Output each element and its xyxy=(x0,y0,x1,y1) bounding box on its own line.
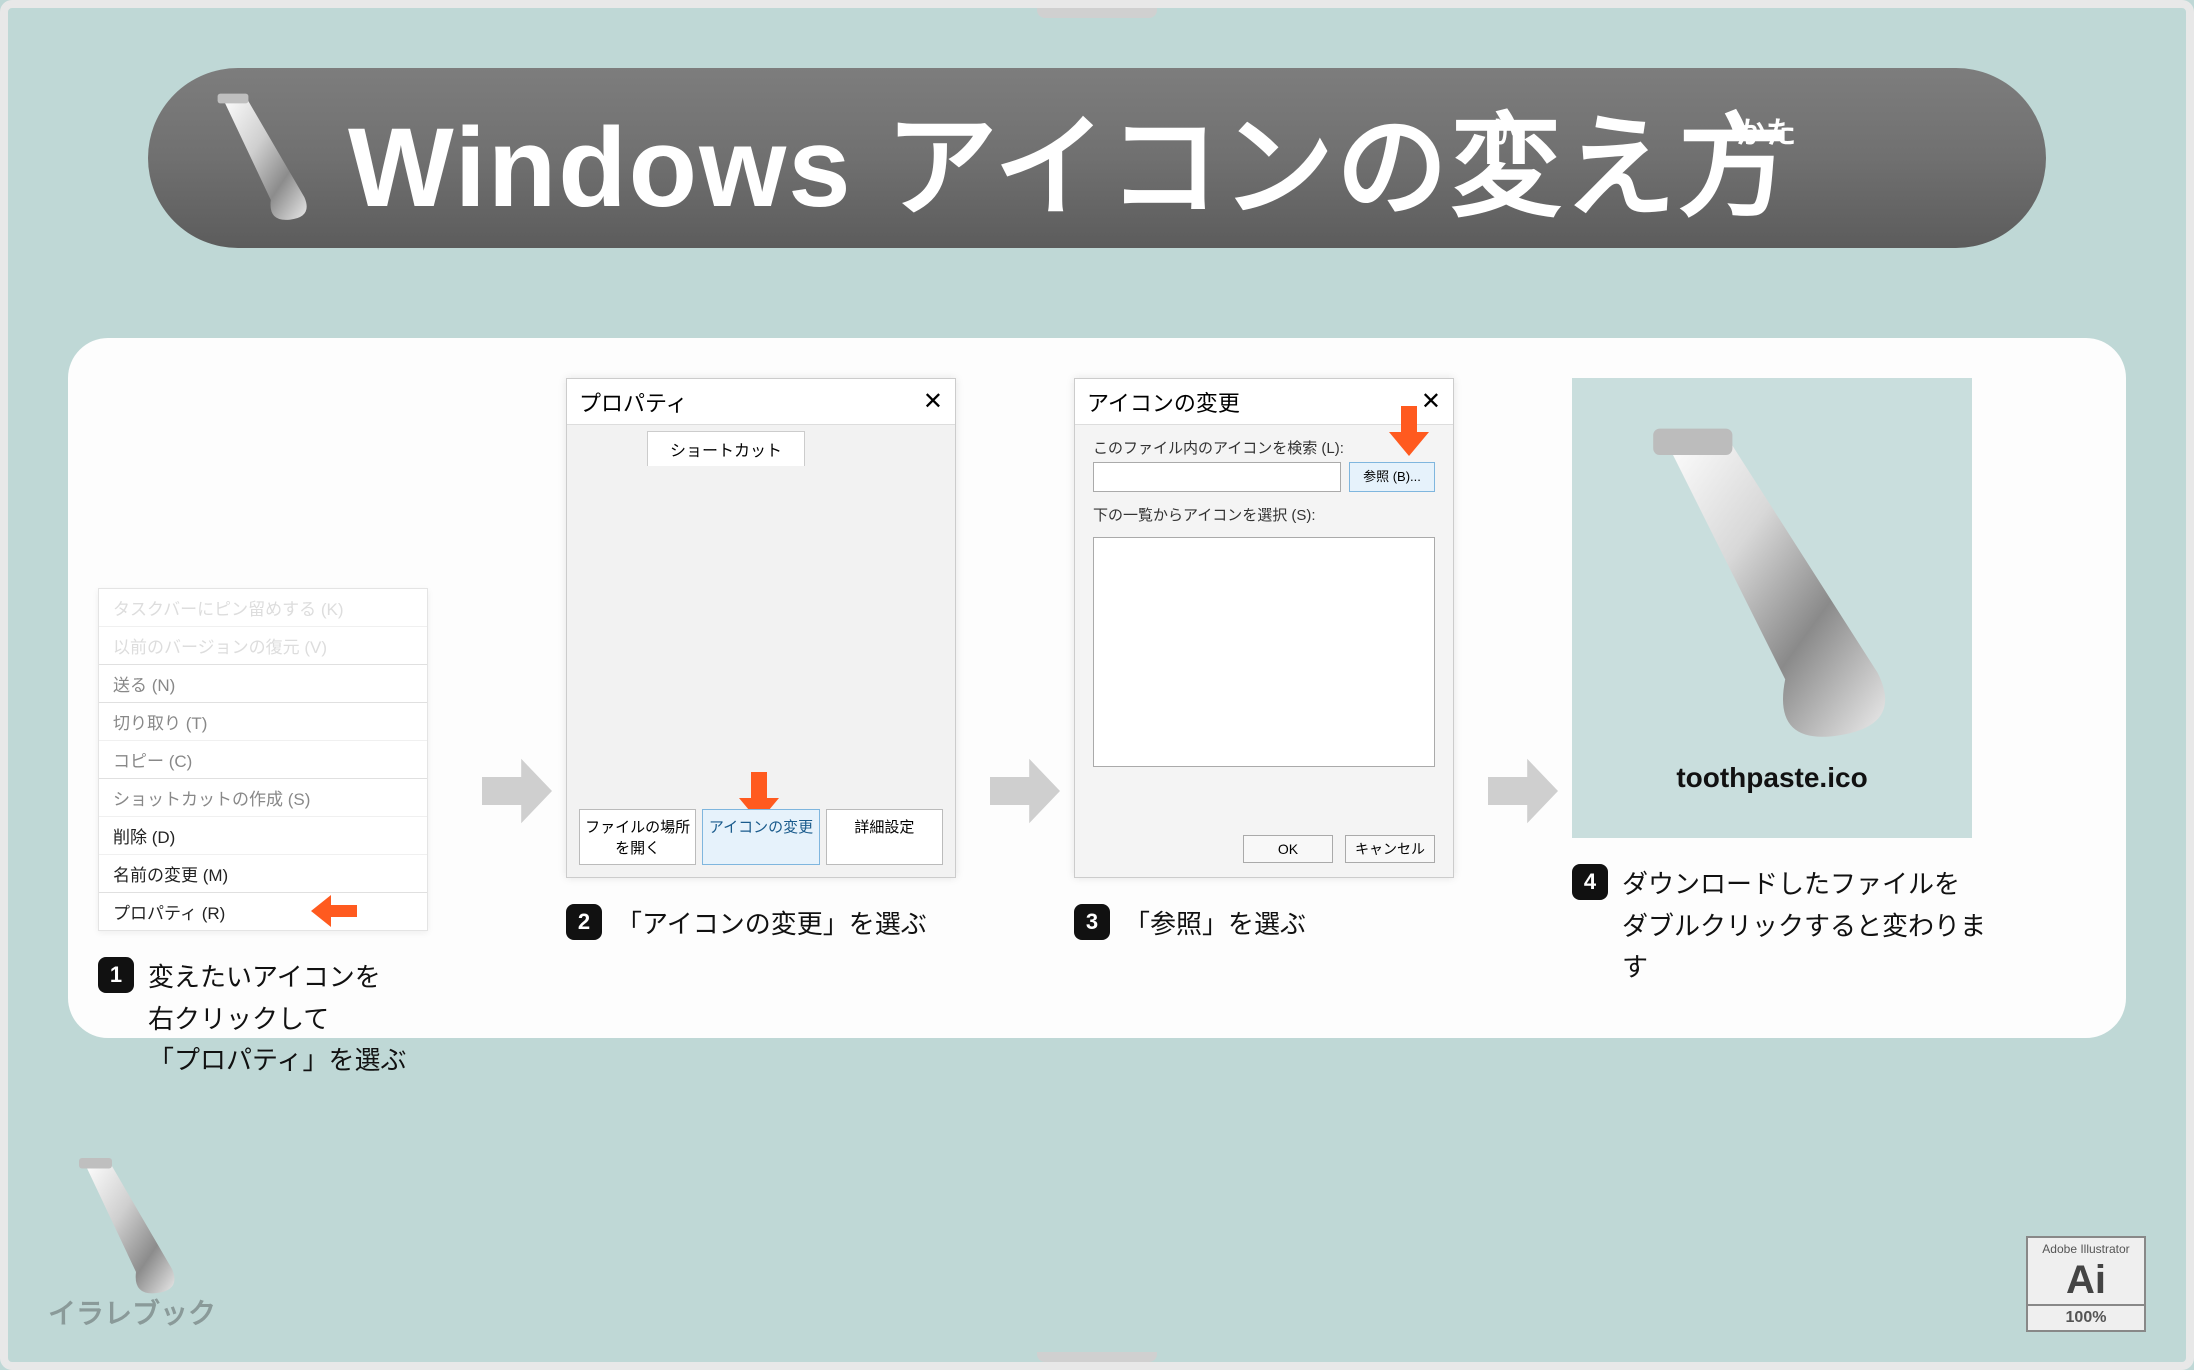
dialog-tabs: ショートカット xyxy=(567,425,955,466)
result-filename: toothpaste.ico xyxy=(1676,762,1867,794)
caption-text: 「参照」を選ぶ xyxy=(1124,904,1306,946)
properties-dialog: プロパティ ✕ ショートカット ファイルの場所を開く アイコンの変更 詳細設定 xyxy=(566,378,956,878)
browse-button[interactable]: 参照 (B)... xyxy=(1349,462,1435,492)
page-title: Windows アイコンの変え方 xyxy=(348,77,1792,239)
ctx-item[interactable]: 切り取り (T) xyxy=(99,702,427,740)
tube-icon xyxy=(198,88,338,228)
ctx-item-label: プロパティ (R) xyxy=(113,904,225,923)
ai-badge-top: Adobe Illustrator xyxy=(2028,1242,2144,1256)
ctx-item[interactable]: 名前の変更 (M) xyxy=(99,854,427,892)
caption-text: ダウンロードしたファイルを ダブルクリックすると変わります xyxy=(1622,864,2002,989)
step-1-caption: 1 変えたいアイコンを 右クリックして 「プロパティ」を選ぶ xyxy=(98,957,406,1082)
cancel-button[interactable]: キャンセル xyxy=(1345,835,1435,863)
window-notch-bottom xyxy=(1037,1352,1157,1362)
step-3-caption: 3 「参照」を選ぶ xyxy=(1074,904,1306,946)
caption-text: 「アイコンの変更」を選ぶ xyxy=(616,904,927,946)
ruby-1: か xyxy=(1486,108,1516,152)
dialog-title: プロパティ xyxy=(579,386,688,418)
change-icon-dialog: アイコンの変更 ✕ このファイル内のアイコンを検索 (L): 参照 (B)...… xyxy=(1074,378,1454,878)
result-pane: toothpaste.ico xyxy=(1572,378,1972,838)
dialog-footer: OK キャンセル xyxy=(1243,835,1435,863)
ai-badge-logo: Ai xyxy=(2028,1256,2144,1304)
caption-text: 変えたいアイコンを 右クリックして 「プロパティ」を選ぶ xyxy=(148,957,406,1082)
flow-arrow-icon xyxy=(1488,756,1558,831)
footer-tube-icon xyxy=(58,1152,208,1302)
step-badge: 3 xyxy=(1074,904,1110,940)
step-2-caption: 2 「アイコンの変更」を選ぶ xyxy=(566,904,927,946)
ctx-item[interactable]: タスクバーにピン留めする (K) xyxy=(99,589,427,626)
window-notch-top xyxy=(1037,8,1157,18)
select-label: 下の一覧からアイコンを選択 (S): xyxy=(1075,492,1453,529)
context-menu: タスクバーにピン留めする (K) 以前のバージョンの復元 (V) 送る (N) … xyxy=(98,588,428,931)
tube-icon xyxy=(1607,422,1937,752)
path-input[interactable] xyxy=(1093,462,1341,492)
header-banner: か かた Windows アイコンの変え方 xyxy=(148,68,2046,248)
step-1: タスクバーにピン留めする (K) 以前のバージョンの復元 (V) 送る (N) … xyxy=(98,378,468,1082)
path-row: 参照 (B)... xyxy=(1075,462,1453,492)
step-badge: 1 xyxy=(98,957,134,993)
ctx-item-properties[interactable]: プロパティ (R) xyxy=(99,892,427,930)
ai-badge-pct: 100% xyxy=(2028,1304,2144,1330)
ctx-item[interactable]: ショットカットの作成 (S) xyxy=(99,778,427,816)
step-2: プロパティ ✕ ショートカット ファイルの場所を開く アイコンの変更 詳細設定 … xyxy=(566,378,976,946)
step-3: アイコンの変更 ✕ このファイル内のアイコンを検索 (L): 参照 (B)...… xyxy=(1074,378,1474,946)
flow-arrow-icon xyxy=(482,756,552,831)
step-badge: 2 xyxy=(566,904,602,940)
dialog-title: アイコンの変更 xyxy=(1087,386,1240,418)
ruby-2: かた xyxy=(1736,108,1796,152)
ok-button[interactable]: OK xyxy=(1243,835,1333,863)
step-4-caption: 4 ダウンロードしたファイルを ダブルクリックすると変わります xyxy=(1572,864,2002,989)
context-menu-pane: タスクバーにピン留めする (K) 以前のバージョンの復元 (V) 送る (N) … xyxy=(98,378,428,931)
step-badge: 4 xyxy=(1572,864,1608,900)
steps-card: タスクバーにピン留めする (K) 以前のバージョンの復元 (V) 送る (N) … xyxy=(68,338,2126,1038)
open-location-button[interactable]: ファイルの場所を開く xyxy=(579,809,696,865)
ctx-item[interactable]: 送る (N) xyxy=(99,664,427,702)
ctx-item[interactable]: コピー (C) xyxy=(99,740,427,778)
footer-brand: イラレブック xyxy=(48,1292,216,1332)
change-icon-button[interactable]: アイコンの変更 xyxy=(702,809,819,865)
flow-arrow-icon xyxy=(990,756,1060,831)
close-icon[interactable]: ✕ xyxy=(923,387,943,416)
icon-listbox[interactable] xyxy=(1093,537,1435,767)
header-ruby: か かた xyxy=(1486,108,1796,152)
pointer-arrow-icon xyxy=(1389,406,1429,461)
tab-shortcut[interactable]: ショートカット xyxy=(647,431,805,466)
pointer-arrow-icon xyxy=(311,895,357,932)
advanced-button[interactable]: 詳細設定 xyxy=(826,809,943,865)
illustrator-badge: Adobe Illustrator Ai 100% xyxy=(2026,1236,2146,1332)
ctx-item[interactable]: 以前のバージョンの復元 (V) xyxy=(99,626,427,664)
ctx-item[interactable]: 削除 (D) xyxy=(99,816,427,854)
dialog-button-row: ファイルの場所を開く アイコンの変更 詳細設定 xyxy=(579,809,943,865)
dialog-titlebar: プロパティ ✕ xyxy=(567,379,955,425)
step-4: toothpaste.ico 4 ダウンロードしたファイルを ダブルクリックする… xyxy=(1572,378,2002,989)
